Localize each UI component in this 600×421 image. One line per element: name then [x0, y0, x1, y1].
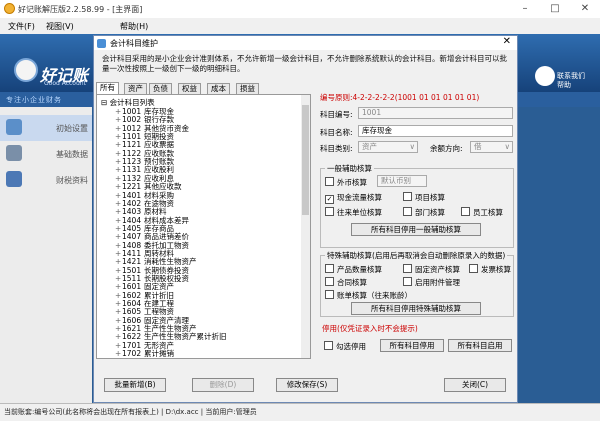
tab-all[interactable]: 所有 [96, 82, 119, 94]
logo-subtitle: Good Account [44, 80, 86, 87]
close-icon[interactable]: ✕ [570, 0, 600, 18]
tree-item-name: 累计摊销 [144, 349, 174, 359]
tab-profit-loss[interactable]: 损益 [236, 83, 259, 94]
disable-checkbox[interactable]: 勾选停用 [324, 341, 366, 352]
tab-equity[interactable]: 权益 [178, 83, 201, 94]
tree-item[interactable]: +1702 累计摊销 [115, 349, 174, 358]
chevron-down-icon: ∨ [409, 142, 416, 151]
database-icon [6, 145, 22, 161]
group-title: 停用(仅凭证录入时不会提示) [320, 323, 420, 334]
close-button[interactable]: 关闭(C) [444, 378, 506, 392]
project-checkbox[interactable]: 项目核算 [403, 192, 445, 203]
general-aux-group: 一般辅助核算 外币核算 默认币别 ✓ 现金流量核算 项目核算 往来单位核算 部门核… [320, 163, 514, 248]
maximize-icon[interactable]: □ [540, 0, 570, 18]
sidebar-item-initial-settings[interactable]: 初始设置 [0, 115, 92, 141]
tree-scrollbar[interactable] [301, 95, 310, 358]
minimize-icon[interactable]: – [510, 0, 540, 18]
name-field[interactable]: 库存现金 [358, 125, 513, 137]
dialog-icon [97, 39, 106, 48]
tree-item-code: 1702 [122, 349, 142, 359]
default-currency-field[interactable]: 默认币别 [377, 175, 427, 187]
account-tree[interactable]: ⊟ 会计科目列表 +1001 库存现金 +1002 银行存款 +1012 其他货币资金 +1… [96, 94, 311, 359]
contact-label: 联系我们 [557, 72, 585, 80]
sidebar-item-label: 基础数据 [56, 150, 88, 159]
partner-checkbox[interactable]: 往来单位核算 [325, 207, 382, 218]
sidebar-item-tax-info[interactable]: 财税资料 [0, 167, 92, 193]
tab-liabilities[interactable]: 负债 [149, 83, 172, 94]
type-label: 科目类别: [320, 144, 353, 153]
invoice-checkbox[interactable]: 发票核算 [469, 264, 511, 275]
menu-help[interactable]: 帮助(H) [120, 21, 148, 32]
sidebar-item-basic-data[interactable]: 基础数据 [0, 141, 92, 167]
attachment-checkbox[interactable]: 启用附件管理 [403, 277, 460, 288]
sidebar-item-label: 财税资料 [56, 176, 88, 185]
contract-checkbox[interactable]: 合同核算 [325, 277, 367, 288]
dialog-close-icon[interactable]: ✕ [503, 36, 511, 47]
dialog-titlebar: 会计科目维护 ✕ [94, 36, 517, 50]
direction-label: 余额方向: [430, 144, 463, 153]
group-title: 特殊辅助核算(启用后再取消会自动删除原录入的数据) [325, 250, 508, 261]
main-titlebar: 好记账解压版2.2.58.99 - [主界面] – □ ✕ [0, 0, 600, 19]
tab-assets[interactable]: 资产 [124, 83, 147, 94]
scroll-thumb[interactable] [302, 105, 309, 215]
department-checkbox[interactable]: 部门核算 [403, 207, 445, 218]
chevron-down-icon: ∨ [504, 142, 511, 151]
collapse-icon[interactable]: ⊟ [101, 98, 110, 107]
slogan-text: 专注小企业财务 [6, 96, 62, 104]
save-button[interactable]: 修改保存(S) [276, 378, 338, 392]
intro-text: 会计科目采用的是小企业会计准则体系，不允许新增一级会计科目，不允许删除系统默认的… [102, 54, 507, 73]
enable-all-button[interactable]: 所有科目启用 [448, 339, 512, 352]
code-rule: 编号原则:4-2-2-2-2-2(1001 01 01 01 01 01) [320, 93, 480, 102]
delete-button[interactable]: 删除(D) [192, 378, 254, 392]
tab-cost[interactable]: 成本 [207, 83, 230, 94]
sidebar: 初始设置 基础数据 财税资料 [0, 107, 92, 403]
sidebar-item-label: 初始设置 [56, 124, 88, 133]
settings-icon [6, 119, 22, 135]
stop-group: 停用(仅凭证录入时不会提示) 勾选停用 所有科目停用 所有科目启用 [320, 323, 514, 357]
logo-emblem-icon [14, 58, 38, 82]
group-title: 一般辅助核算 [325, 163, 374, 174]
menu-view[interactable]: 视图(V) [46, 21, 74, 32]
menubar: 文件(F) 视图(V) 帮助(H) [0, 18, 600, 34]
bill-aging-checkbox[interactable]: 账单核算（往来账龄） [325, 290, 412, 301]
quantity-checkbox[interactable]: 产品数量核算 [325, 264, 382, 275]
disable-general-aux-button[interactable]: 所有科目停用一般辅助核算 [351, 223, 481, 236]
fx-checkbox[interactable]: 外币核算 [325, 177, 367, 188]
code-label: 科目编号: [320, 110, 353, 119]
cashflow-checkbox[interactable]: ✓ 现金流量核算 [325, 192, 382, 204]
disable-special-aux-button[interactable]: 所有科目停用特殊辅助核算 [351, 302, 481, 315]
special-aux-group: 特殊辅助核算(启用后再取消会自动删除原录入的数据) 产品数量核算 固定资产核算 … [320, 250, 514, 317]
expand-icon[interactable]: + [115, 349, 122, 358]
app-logo-icon [4, 3, 15, 14]
support-icon[interactable] [535, 66, 555, 86]
name-label: 科目名称: [320, 128, 353, 137]
code-field[interactable]: 1001 [358, 107, 513, 119]
account-maintenance-dialog: 会计科目维护 ✕ 会计科目采用的是小企业会计准则体系，不允许新增一级会计科目，不… [93, 35, 518, 403]
help-label: 帮助 [557, 81, 571, 89]
direction-select[interactable]: 借 ∨ [470, 141, 513, 153]
stop-all-button[interactable]: 所有科目停用 [380, 339, 444, 352]
menu-file[interactable]: 文件(F) [8, 21, 35, 32]
dialog-title: 会计科目维护 [110, 39, 158, 48]
app-title: 好记账解压版2.2.58.99 - [主界面] [18, 5, 143, 14]
status-text: 当前账套:编号公司(此名称将会出现在所有报表上) | D:\dx.acc | 当… [4, 408, 257, 416]
contact-link[interactable]: 联系我们 帮助 [557, 72, 597, 90]
employee-checkbox[interactable]: 员工核算 [461, 207, 503, 218]
document-icon [6, 171, 22, 187]
type-select[interactable]: 资产 ∨ [358, 141, 418, 153]
batch-add-button[interactable]: 批量新增(B) [104, 378, 166, 392]
fixed-asset-checkbox[interactable]: 固定资产核算 [403, 264, 460, 275]
